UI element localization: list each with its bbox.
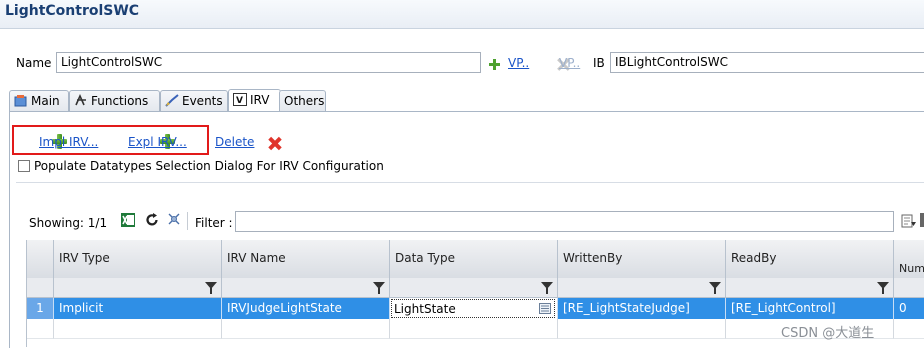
browse-datatype-icon[interactable] [539,303,551,317]
name-field[interactable]: LightControlSWC [56,52,481,73]
column-filter-read-by[interactable] [726,278,894,298]
empty-cell [222,319,390,339]
column-header-data-type[interactable]: Data Type [390,240,558,278]
filter-options-icon[interactable] [901,213,917,232]
cell-read-by[interactable]: [RE_LightControl] [726,298,894,319]
filter-funnel-icon[interactable] [205,282,217,294]
name-label: Name [16,56,52,70]
cell-written-by[interactable]: [RE_LightStateJudge] [558,298,726,319]
showing-count: Showing: 1/1 [29,216,108,230]
populate-checkbox[interactable] [18,160,30,172]
refresh-icon[interactable] [144,212,160,231]
column-header-irv-name[interactable]: IRV Name [222,240,390,278]
vp-remove-link: VP.. [559,56,581,70]
highlight-box [12,125,209,155]
data-type-editor[interactable]: LightState [391,299,555,318]
row-number[interactable]: 1 [27,298,54,319]
tab-events[interactable]: Events [160,90,228,111]
editor-title-bar: LightControlSWC [0,0,924,29]
column-header-written-by[interactable]: WrittenBy [558,240,726,278]
filter-input[interactable] [235,211,894,232]
add-vp-icon[interactable] [488,58,501,71]
ib-label: IB [593,56,605,70]
filter-funnel-icon[interactable] [877,282,889,294]
main-icon [14,94,28,107]
filter-label: Filter : [195,216,233,230]
filter-funnel-icon[interactable] [373,282,385,294]
section-divider [16,182,924,183]
empty-cell [558,319,726,339]
tab-irv[interactable]: V IRV [228,89,281,112]
irv-icon: V [233,93,247,106]
empty-cell [54,319,222,339]
column-filter-irv-name[interactable] [222,278,390,298]
watermark: CSDN @大道生 [781,326,875,341]
toolbar-divider [187,212,188,230]
ib-field[interactable]: IBLightControlSWC [610,52,924,73]
column-filter-written-by[interactable] [558,278,726,298]
column-header-irv-type[interactable]: IRV Type [54,240,222,278]
cell-num[interactable]: 0 [894,298,924,319]
column-header-num[interactable]: Num [894,240,924,278]
empty-row-gutter [27,319,54,339]
events-icon [165,94,179,107]
functions-icon [74,94,88,107]
empty-cell [390,319,558,339]
filter-funnel-icon[interactable] [709,282,721,294]
populate-checkbox-label: Populate Datatypes Selection Dialog For … [34,159,384,173]
cell-data-type[interactable]: LightState [390,298,558,319]
column-filter-data-type[interactable] [390,278,558,298]
tab-main[interactable]: Main [9,90,69,111]
svg-text:V: V [236,96,243,106]
tab-functions[interactable]: Functions [69,90,160,111]
data-type-editor-value: LightState [394,302,456,316]
column-filter-num[interactable] [894,278,924,298]
vp-link[interactable]: VP.. [508,56,529,70]
excel-export-icon[interactable] [120,212,136,231]
filter-funnel-icon[interactable] [541,282,553,294]
filter-row-gutter [27,278,54,298]
row-number-header [27,240,54,278]
delete-icon[interactable] [268,137,281,150]
cell-irv-type[interactable]: Implicit [54,298,222,319]
tab-others[interactable]: Others [279,90,326,111]
toolbar-overflow-icon [920,213,924,227]
empty-cell [894,319,924,339]
column-filter-irv-type[interactable] [54,278,222,298]
editor-title: LightControlSWC [5,3,140,19]
delete-button[interactable]: Delete [215,135,254,149]
column-header-read-by[interactable]: ReadBy [726,240,894,278]
column-settings-icon[interactable] [167,212,181,229]
cell-irv-name[interactable]: IRVJudgeLightState [222,298,390,319]
